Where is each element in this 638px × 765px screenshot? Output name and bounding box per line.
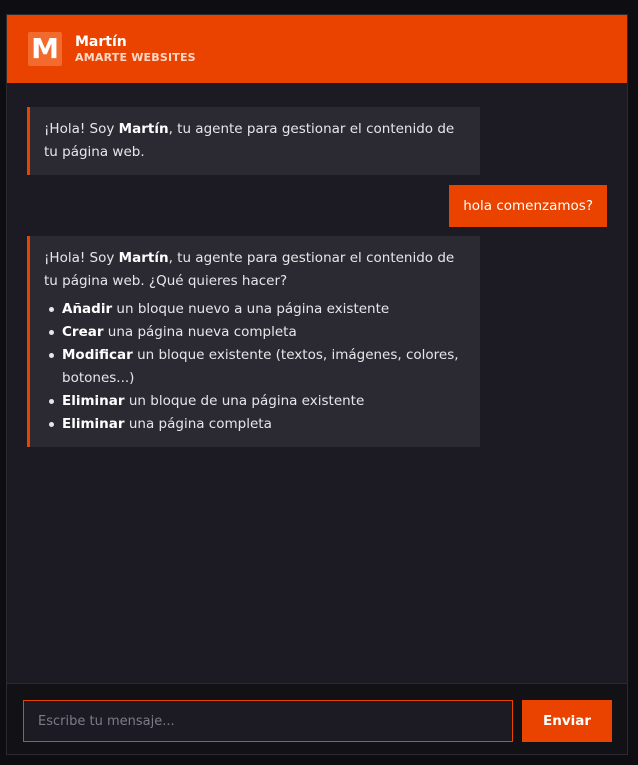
message-list: ¡Hola! Soy Martín, tu agente para gestio… (7, 83, 627, 683)
option-verb: Modificar (62, 347, 133, 363)
chat-header: M Martín AMARTE WEBSITES (7, 15, 627, 83)
chat-window: M Martín AMARTE WEBSITES ¡Hola! Soy Mart… (6, 14, 628, 755)
option-text: un bloque nuevo a una página existente (112, 301, 390, 317)
options-list: Añadir un bloque nuevo a una página exis… (44, 298, 462, 436)
option-text: un bloque de una página existente (124, 393, 365, 409)
list-item: Eliminar un bloque de una página existen… (44, 390, 462, 413)
option-verb: Eliminar (62, 416, 125, 432)
composer: Enviar (7, 683, 627, 754)
message-bold-text: Martín (118, 121, 169, 137)
bot-message: ¡Hola! Soy Martín, tu agente para gestio… (27, 236, 480, 447)
message-bold-text: Martín (118, 250, 169, 266)
agent-subtitle: AMARTE WEBSITES (75, 50, 196, 64)
message-input[interactable] (23, 700, 513, 742)
option-verb: Añadir (62, 301, 113, 317)
list-item: Modificar un bloque existente (textos, i… (44, 344, 462, 390)
option-text: una página completa (124, 416, 272, 432)
option-verb: Crear (62, 324, 104, 340)
agent-info: Martín AMARTE WEBSITES (75, 34, 196, 65)
list-item: Crear una página nueva completa (44, 321, 462, 344)
list-item: Eliminar una página completa (44, 413, 462, 436)
user-message: hola comenzamos? (449, 185, 607, 227)
send-button[interactable]: Enviar (522, 700, 612, 742)
brand-logo-icon: M (28, 32, 62, 66)
agent-name: Martín (75, 33, 127, 50)
message-text: ¡Hola! Soy (44, 121, 119, 137)
bot-message: ¡Hola! Soy Martín, tu agente para gestio… (27, 107, 480, 175)
message-text: ¡Hola! Soy (44, 250, 119, 266)
list-item: Añadir un bloque nuevo a una página exis… (44, 298, 462, 321)
option-text: una página nueva completa (103, 324, 297, 340)
option-verb: Eliminar (62, 393, 125, 409)
